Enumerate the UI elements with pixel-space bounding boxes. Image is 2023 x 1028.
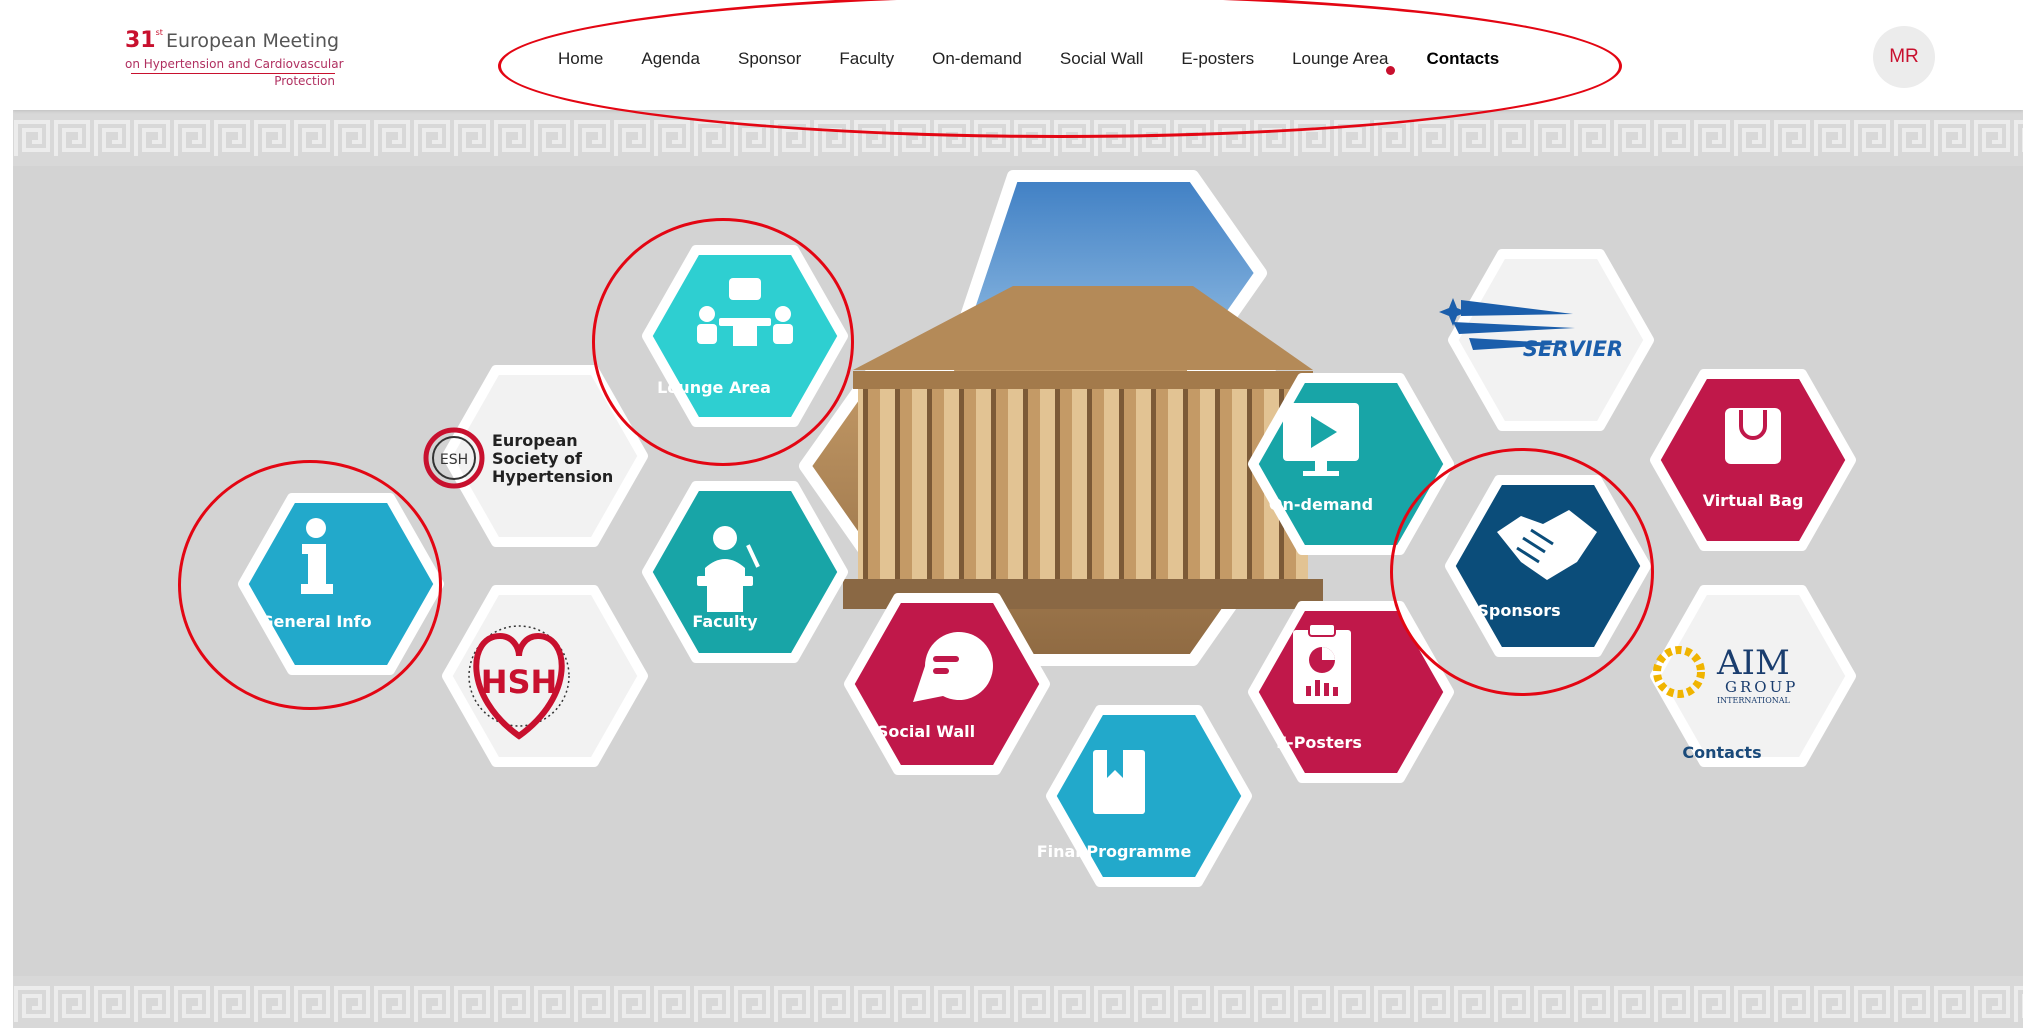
acropolis-image <box>799 170 1342 666</box>
servier-wordmark: SERVIER <box>1523 337 1623 361</box>
nav-sponsor[interactable]: Sponsor <box>738 49 801 69</box>
main-nav: Home Agenda Sponsor Faculty On-demand So… <box>558 44 1537 75</box>
tile-virtual-bag-label: Virtual Bag <box>1703 491 1804 510</box>
user-avatar[interactable]: MR <box>1873 26 1935 88</box>
nav-e-posters[interactable]: E-posters <box>1181 49 1254 69</box>
tile-lounge-area-label: Lounge Area <box>657 378 771 397</box>
tile-virtual-bag[interactable]: Virtual Bag <box>1650 369 1856 551</box>
logo-subtitle-2: Protection <box>274 74 335 88</box>
aim-wordmark: AIM <box>1716 643 1790 683</box>
tile-sponsors-label: Sponsors <box>1477 601 1560 620</box>
event-logo[interactable]: 31st European Meeting on Hypertension and… <box>125 28 344 94</box>
tile-e-posters[interactable]: E-Posters <box>1248 601 1454 783</box>
nav-lounge-area-label: Lounge Area <box>1292 49 1389 68</box>
nav-agenda[interactable]: Agenda <box>641 49 700 69</box>
nav-faculty[interactable]: Faculty <box>839 49 894 69</box>
nav-social-wall[interactable]: Social Wall <box>1060 49 1143 69</box>
greek-key-border-top <box>13 110 2023 166</box>
shopping-bag-icon <box>1725 408 1781 464</box>
tile-social-wall[interactable]: Social Wall <box>844 593 1050 775</box>
aim-group-text: GROUP <box>1725 678 1798 696</box>
logo-number: 31 <box>125 28 156 53</box>
book-icon <box>1093 750 1145 814</box>
tile-on-demand-label: On-demand <box>1269 495 1373 514</box>
esh-line-2: Society of <box>492 449 583 468</box>
tile-final-programme-label: Final Programme <box>1037 842 1192 861</box>
tile-contacts[interactable]: AIM GROUP INTERNATIONAL Contacts <box>1650 585 1856 767</box>
tile-general-info-label: General Info <box>260 612 371 631</box>
logo-suffix: st <box>155 28 163 37</box>
tile-faculty-label: Faculty <box>692 612 758 631</box>
nav-home[interactable]: Home <box>558 49 603 69</box>
clipboard-chart-icon <box>1293 623 1351 704</box>
nav-contacts[interactable]: Contacts <box>1427 49 1500 69</box>
logo-hsh[interactable]: HSH <box>442 585 648 767</box>
esh-line-1: European <box>492 431 578 450</box>
nav-lounge-area[interactable]: Lounge Area <box>1292 49 1395 75</box>
hex-grid: Lounge Area ESH European Society of Hype… <box>238 170 1856 887</box>
notification-dot <box>1385 66 1395 75</box>
esh-line-3: Hypertension <box>492 467 613 486</box>
hex-menu-area: Lounge Area ESH European Society of Hype… <box>13 166 2023 976</box>
logo-servier[interactable]: SERVIER <box>1439 249 1654 431</box>
tile-faculty[interactable]: Faculty <box>642 481 848 663</box>
hsh-badge: HSH <box>481 663 558 701</box>
tile-general-info[interactable]: General Info <box>238 493 444 675</box>
logo-subtitle: on Hypertension and Cardiovascular <box>125 57 344 71</box>
left-edge-strip <box>0 0 13 1028</box>
tile-social-wall-label: Social Wall <box>877 722 975 741</box>
tile-e-posters-label: E-Posters <box>1276 733 1362 752</box>
aim-international-text: INTERNATIONAL <box>1717 696 1791 705</box>
tile-sponsors[interactable]: Sponsors <box>1445 475 1651 657</box>
greek-key-border-bottom <box>13 976 2023 1028</box>
logo-esh[interactable]: ESH European Society of Hypertension <box>423 365 648 547</box>
tile-on-demand[interactable]: On-demand <box>1248 373 1454 555</box>
header: 31st European Meeting on Hypertension and… <box>13 0 2023 110</box>
esh-badge: ESH <box>440 452 468 468</box>
tile-final-programme[interactable]: Final Programme <box>1037 705 1252 887</box>
tile-lounge-area[interactable]: Lounge Area <box>642 245 848 427</box>
logo-title: European Meeting <box>165 30 340 52</box>
nav-on-demand[interactable]: On-demand <box>932 49 1022 69</box>
tile-contacts-label: Contacts <box>1682 743 1761 762</box>
